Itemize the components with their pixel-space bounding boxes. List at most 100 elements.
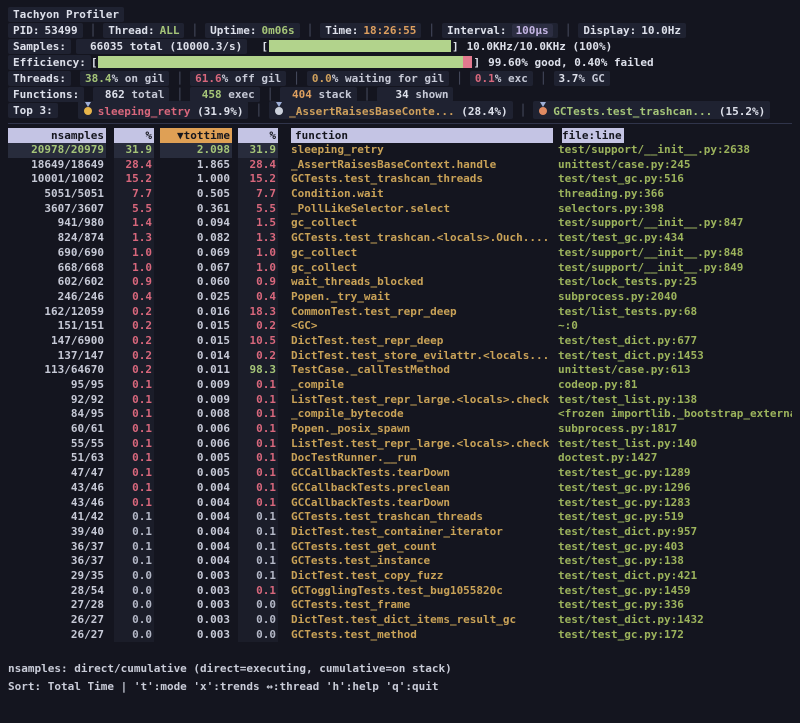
cell-direct-pct: 0.0 xyxy=(114,628,154,643)
cell-function: DocTestRunner.__run xyxy=(291,451,549,466)
table-row[interactable]: 41/42 0.1 0.004 0.1 GCTests.test_trashca… xyxy=(8,510,792,525)
table-row[interactable]: 824/874 1.3 0.082 1.3 GCTests.test_trash… xyxy=(8,231,792,246)
cell-cumulative-pct: 18.3 xyxy=(238,305,278,320)
table-row[interactable]: 39/40 0.1 0.004 0.1 DictTest.test_contai… xyxy=(8,525,792,540)
table-header: nsamples % ▼tottime % function file:line xyxy=(8,128,792,143)
table-row[interactable]: 36/37 0.1 0.004 0.1 GCTests.test_instanc… xyxy=(8,554,792,569)
table-row[interactable]: 147/6900 0.2 0.015 10.5 DictTest.test_re… xyxy=(8,334,792,349)
table-row[interactable]: 55/55 0.1 0.006 0.1 ListTest.test_repr_l… xyxy=(8,437,792,452)
cell-nsamples: 246/246 xyxy=(8,290,106,305)
cell-nsamples: 55/55 xyxy=(8,437,106,452)
table-row[interactable]: 36/37 0.1 0.004 0.1 GCTests.test_get_cou… xyxy=(8,540,792,555)
table-row[interactable]: 602/602 0.9 0.060 0.9 wait_threads_block… xyxy=(8,275,792,290)
cell-function: sleeping_retry xyxy=(291,143,549,158)
separator: │ xyxy=(513,104,534,117)
table-row[interactable]: 43/46 0.1 0.004 0.1 GCCallbackTests.tear… xyxy=(8,496,792,511)
cell-direct-pct: 0.4 xyxy=(114,290,154,305)
cell-tottime: 0.004 xyxy=(160,554,232,569)
top-function-name: GCTests.test_trashcan... xyxy=(553,105,712,118)
separator: │ xyxy=(83,24,104,37)
table-row[interactable]: 151/151 0.2 0.015 0.2 <GC> ~:0 xyxy=(8,319,792,334)
table-row[interactable]: 941/980 1.4 0.094 1.5 gc_collect test/su… xyxy=(8,216,792,231)
table-row[interactable]: 28/54 0.0 0.003 0.1 GCTogglingTests.test… xyxy=(8,584,792,599)
cell-file-line: test/test_gc.py:516 xyxy=(558,172,792,187)
cell-direct-pct: 0.9 xyxy=(114,275,154,290)
table-row[interactable]: 18649/18649 28.4 1.865 28.4 _AssertRaise… xyxy=(8,158,792,173)
cell-cumulative-pct: 0.1 xyxy=(238,496,278,511)
uptime-value: 0m06s xyxy=(261,24,294,37)
cell-function: DictTest.test_dict_items_result_gc xyxy=(291,613,549,628)
top-function-box: sleeping_retry (31.9%) xyxy=(78,101,249,119)
bar-close-bracket: ] xyxy=(452,40,459,53)
top3-line: Top 3: sleeping_retry (31.9%) │ _AssertR… xyxy=(8,102,792,118)
column-header-cumulative-pct[interactable]: % xyxy=(238,128,278,143)
cell-direct-pct: 1.0 xyxy=(114,246,154,261)
column-header-direct-pct[interactable]: % xyxy=(114,128,154,143)
table-row[interactable]: 43/46 0.1 0.004 0.1 GCCallbackTests.prec… xyxy=(8,481,792,496)
efficiency-label: Efficiency: xyxy=(8,55,91,70)
table-row[interactable]: 668/668 1.0 0.067 1.0 gc_collect test/su… xyxy=(8,261,792,276)
table-body: 20978/20979 31.9 2.098 31.9 sleeping_ret… xyxy=(8,143,792,642)
cell-direct-pct: 28.4 xyxy=(114,158,154,173)
stat-value: 61.6 xyxy=(195,72,222,85)
stat-value: 3.7 xyxy=(559,72,579,85)
cell-function: _PollLikeSelector.select xyxy=(291,202,549,217)
thread-stat[interactable]: Thread:ALL xyxy=(103,23,184,38)
cell-tottime: 0.015 xyxy=(160,334,232,349)
cell-function: gc_collect xyxy=(291,261,549,276)
cell-nsamples: 18649/18649 xyxy=(8,158,106,173)
top3-label: Top 3: xyxy=(8,103,58,118)
column-header-nsamples[interactable]: nsamples xyxy=(8,128,106,143)
time-value: 18:26:55 xyxy=(363,24,416,37)
table-row[interactable]: 26/27 0.0 0.003 0.0 DictTest.test_dict_i… xyxy=(8,613,792,628)
table-row[interactable]: 47/47 0.1 0.005 0.1 GCCallbackTests.tear… xyxy=(8,466,792,481)
cell-cumulative-pct: 0.4 xyxy=(238,290,278,305)
table-row[interactable]: 20978/20979 31.9 2.098 31.9 sleeping_ret… xyxy=(8,143,792,158)
footer-legend: nsamples: direct/cumulative (direct=exec… xyxy=(8,660,792,678)
table-row[interactable]: 27/28 0.0 0.003 0.0 GCTests.test_frame t… xyxy=(8,598,792,613)
table-row[interactable]: 92/92 0.1 0.009 0.1 ListTest.test_repr_l… xyxy=(8,393,792,408)
table-row[interactable]: 113/64670 0.2 0.011 98.3 TestCase._callT… xyxy=(8,363,792,378)
cell-direct-pct: 7.7 xyxy=(114,187,154,202)
efficiency-text: 99.60% good, 0.40% failed xyxy=(488,56,654,69)
bar-open-bracket: [ xyxy=(261,40,268,53)
table-row[interactable]: 162/12059 0.2 0.016 18.3 CommonTest.test… xyxy=(8,305,792,320)
table-row[interactable]: 5051/5051 7.7 0.505 7.7 Condition.wait t… xyxy=(8,187,792,202)
cell-direct-pct: 1.3 xyxy=(114,231,154,246)
stat-segment: 3.7% GC │ xyxy=(554,71,610,86)
stat-box: 0.0% waiting for gil xyxy=(307,71,449,86)
table-row[interactable]: 26/27 0.0 0.003 0.0 GCTests.test_method … xyxy=(8,628,792,643)
cell-direct-pct: 0.2 xyxy=(114,305,154,320)
table-row[interactable]: 29/35 0.0 0.003 0.1 DictTest.test_copy_f… xyxy=(8,569,792,584)
table-row[interactable]: 3607/3607 5.5 0.361 5.5 _PollLikeSelecto… xyxy=(8,202,792,217)
efficiency-failed-segment xyxy=(463,56,472,68)
samples-rate-bar xyxy=(269,40,451,52)
cell-file-line: test/test_dict.py:677 xyxy=(558,334,792,349)
top-function-box: GCTests.test_trashcan... (15.2%) xyxy=(533,101,770,119)
title-line: Tachyon Profiler xyxy=(8,6,792,22)
cell-file-line: threading.py:366 xyxy=(558,187,792,202)
table-row[interactable]: 10001/10002 15.2 1.000 15.2 GCTests.test… xyxy=(8,172,792,187)
cell-function: Popen._try_wait xyxy=(291,290,549,305)
column-header-tottime-sorted[interactable]: ▼tottime xyxy=(160,128,232,143)
table-row[interactable]: 690/690 1.0 0.069 1.0 gc_collect test/su… xyxy=(8,246,792,261)
stat-box: 458 exec xyxy=(190,87,260,102)
cell-file-line: codeop.py:81 xyxy=(558,378,792,393)
cell-direct-pct: 1.4 xyxy=(114,216,154,231)
table-row[interactable]: 95/95 0.1 0.009 0.1 _compile codeop.py:8… xyxy=(8,378,792,393)
table-row[interactable]: 137/147 0.2 0.014 0.2 DictTest.test_stor… xyxy=(8,349,792,364)
cell-cumulative-pct: 7.7 xyxy=(238,187,278,202)
column-header-file-line[interactable]: file:line xyxy=(562,128,624,143)
cell-cumulative-pct: 0.0 xyxy=(238,598,278,613)
table-row[interactable]: 246/246 0.4 0.025 0.4 Popen._try_wait su… xyxy=(8,290,792,305)
cell-function: DictTest.test_copy_fuzz xyxy=(291,569,549,584)
efficiency-bar xyxy=(98,56,472,68)
cell-function: GCCallbackTests.preclean xyxy=(291,481,549,496)
column-header-function[interactable]: function xyxy=(291,128,553,143)
cell-cumulative-pct: 1.5 xyxy=(238,216,278,231)
footer: nsamples: direct/cumulative (direct=exec… xyxy=(8,660,792,696)
table-row[interactable]: 60/61 0.1 0.006 0.1 Popen._posix_spawn s… xyxy=(8,422,792,437)
cell-file-line: test/test_dict.py:1453 xyxy=(558,349,792,364)
table-row[interactable]: 51/63 0.1 0.005 0.1 DocTestRunner.__run … xyxy=(8,451,792,466)
table-row[interactable]: 84/95 0.1 0.008 0.1 _compile_bytecode <f… xyxy=(8,407,792,422)
